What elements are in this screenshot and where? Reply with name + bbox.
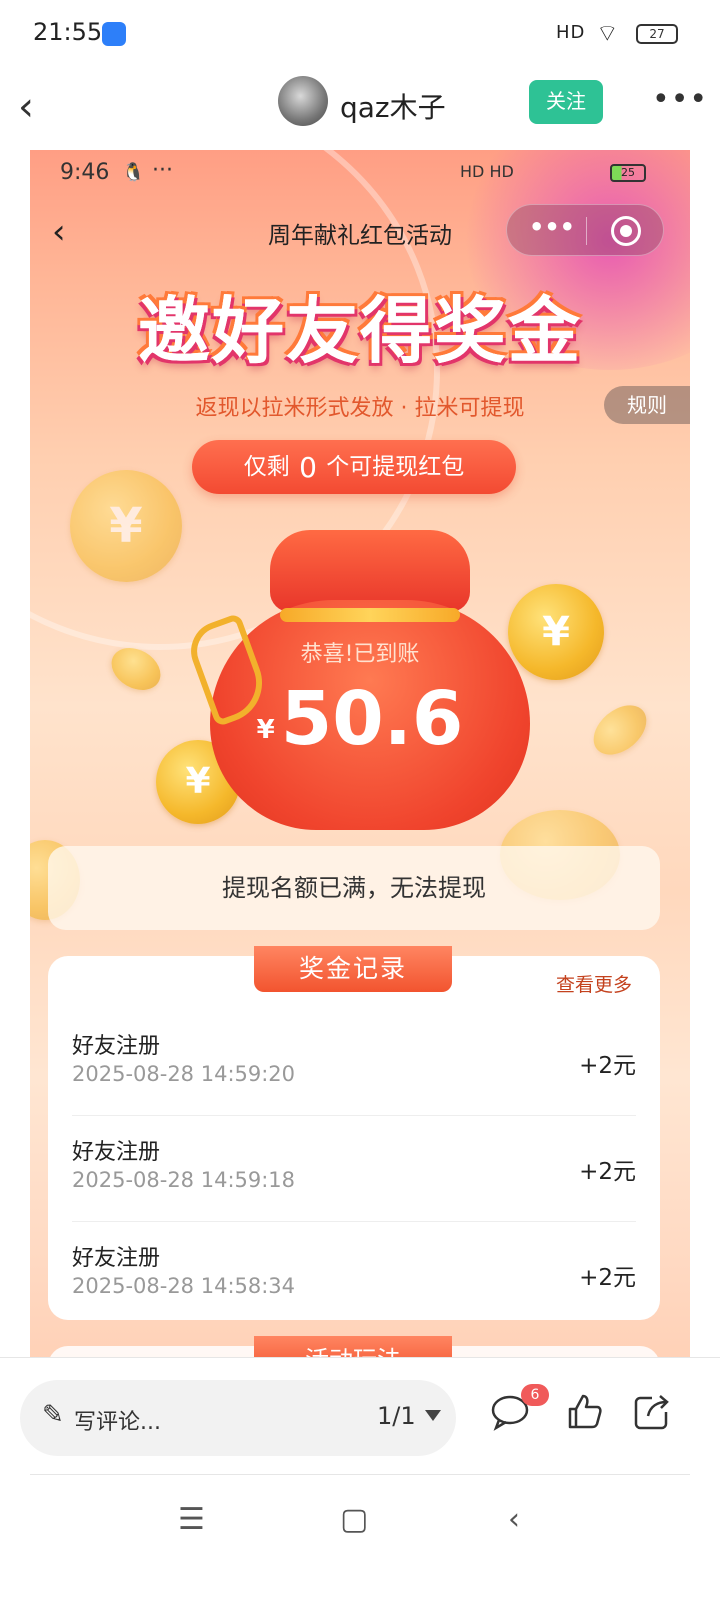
more-icon[interactable]: ••• bbox=[652, 82, 708, 117]
record-amount: +2元 bbox=[579, 1053, 636, 1079]
avatar[interactable] bbox=[278, 76, 328, 126]
comment-placeholder: 写评论... bbox=[74, 1410, 161, 1435]
embedded-signal-icon: HD HD bbox=[460, 162, 514, 181]
app-notification-icon bbox=[102, 22, 126, 46]
capsule-close-icon bbox=[611, 216, 641, 246]
miniprogram-capsule: ••• bbox=[506, 204, 664, 256]
record-time: 2025-08-28 14:59:20 bbox=[72, 1062, 296, 1086]
record-time: 2025-08-28 14:58:34 bbox=[72, 1274, 296, 1298]
follow-button[interactable]: 关注 bbox=[529, 80, 603, 124]
amount-value: 50.6 bbox=[280, 676, 464, 762]
like-icon[interactable] bbox=[562, 1392, 606, 1436]
bottom-action-bar: ✎ 写评论... 1/1 6 bbox=[0, 1357, 720, 1475]
page-indicator[interactable]: 1/1 bbox=[377, 1402, 416, 1430]
records-title: 奖金记录 bbox=[254, 946, 452, 992]
record-amount: +2元 bbox=[579, 1159, 636, 1185]
status-bar: 21:55 HD ⌔ 27 bbox=[0, 0, 720, 70]
username[interactable]: qaz木子 bbox=[340, 86, 446, 126]
wifi-icon: ⌔ bbox=[596, 19, 619, 47]
see-more-link: 查看更多 bbox=[556, 974, 633, 996]
reward-amount: ¥50.6 bbox=[30, 676, 690, 762]
back-icon[interactable]: ‹ bbox=[18, 84, 34, 130]
capsule-more-icon: ••• bbox=[529, 213, 576, 241]
signal-icon: HD bbox=[556, 22, 586, 43]
record-row: 好友注册 2025-08-28 14:58:34 +2元 bbox=[72, 1222, 636, 1328]
embedded-status-time: 9:46 bbox=[60, 160, 110, 185]
records-card: 奖金记录 查看更多 好友注册 2025-08-28 14:59:20 +2元 好… bbox=[48, 946, 660, 1320]
rules-tab: 规则 bbox=[604, 386, 690, 424]
post-image[interactable]: 9:46 🐧 ··· HD HD 25 ‹ 周年献礼红包活动 ••• 邀好友得奖… bbox=[30, 150, 690, 1386]
menu-icon[interactable]: ☰ bbox=[178, 1502, 205, 1537]
embedded-status-dots: ··· bbox=[152, 158, 173, 183]
remaining-suffix: 个可提现红包 bbox=[326, 454, 465, 480]
remaining-count: 0 bbox=[299, 451, 317, 484]
promo-subtitle: 返现以拉米形式发放 · 拉米可提现 bbox=[195, 396, 525, 421]
record-time: 2025-08-28 14:59:18 bbox=[72, 1168, 296, 1192]
promo-headline: 邀好友得奖金 bbox=[137, 289, 582, 373]
record-row: 好友注册 2025-08-28 14:59:18 +2元 bbox=[72, 1116, 636, 1222]
embedded-battery-icon: 25 bbox=[610, 164, 646, 182]
comment-count-badge: 6 bbox=[521, 1384, 549, 1406]
record-name: 好友注册 bbox=[72, 1034, 161, 1059]
bag-rope bbox=[280, 608, 460, 622]
chevron-down-icon[interactable] bbox=[425, 1410, 441, 1421]
post-header: ‹ qaz木子 关注 ••• bbox=[0, 70, 720, 150]
qq-icon: 🐧 bbox=[122, 162, 145, 183]
quota-notice: 提现名额已满，无法提现 bbox=[48, 846, 660, 930]
remaining-prefix: 仅剩 bbox=[243, 454, 290, 480]
status-time: 21:55 bbox=[33, 18, 103, 46]
comment-input[interactable]: ✎ 写评论... 1/1 bbox=[20, 1380, 456, 1456]
share-icon[interactable] bbox=[630, 1392, 674, 1436]
currency-symbol: ¥ bbox=[256, 715, 275, 745]
record-row: 好友注册 2025-08-28 14:59:20 +2元 bbox=[72, 1010, 636, 1116]
home-icon[interactable]: ▢ bbox=[340, 1502, 368, 1537]
system-navigation-bar: ☰ ▢ ‹ bbox=[0, 1480, 720, 1600]
congrats-text: 恭喜!已到账 bbox=[300, 642, 420, 667]
remaining-redpacket-pill: 仅剩 0 个可提现红包 bbox=[192, 440, 516, 494]
record-amount: +2元 bbox=[579, 1265, 636, 1291]
back-icon[interactable]: ‹ bbox=[508, 1502, 520, 1537]
record-name: 好友注册 bbox=[72, 1246, 161, 1271]
capsule-divider bbox=[586, 217, 587, 245]
battery-icon: 27 bbox=[636, 24, 678, 44]
pen-icon: ✎ bbox=[42, 1400, 64, 1430]
coin-icon: ¥ bbox=[70, 470, 182, 582]
record-name: 好友注册 bbox=[72, 1140, 161, 1165]
divider bbox=[30, 1474, 690, 1475]
